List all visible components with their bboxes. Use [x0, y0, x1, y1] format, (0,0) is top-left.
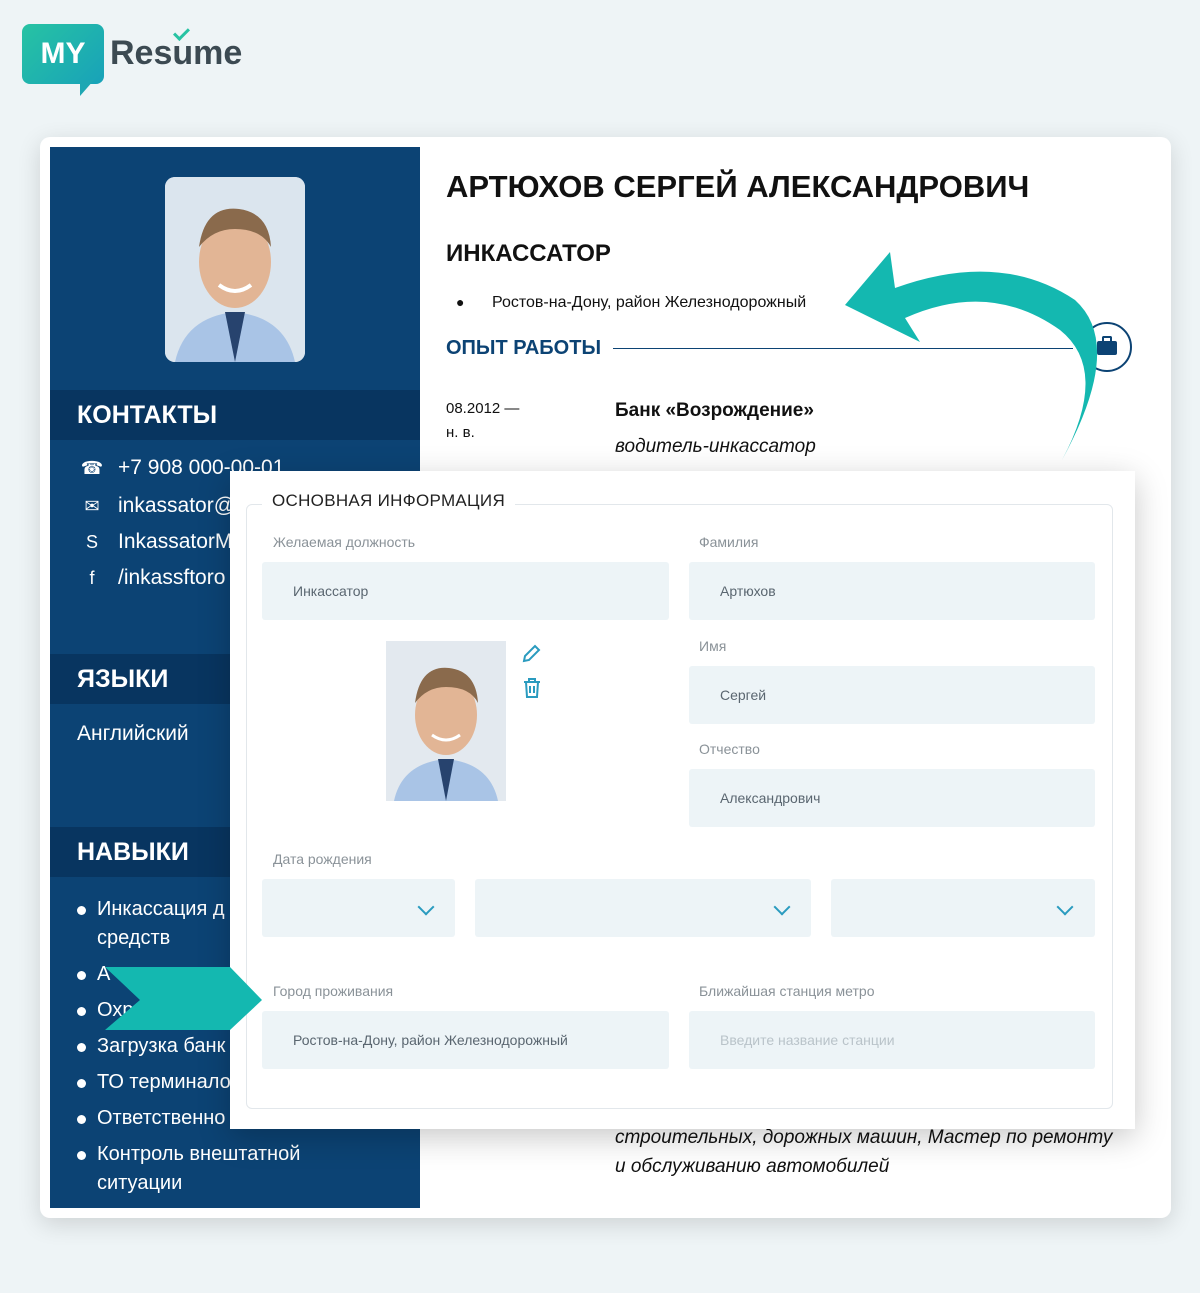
- contact-skype-text: InkassatorM: [118, 530, 233, 553]
- birth-year-select[interactable]: [831, 879, 1095, 937]
- uploaded-photo: [386, 641, 506, 801]
- experience-heading: ОПЫТ РАБОТЫ: [446, 337, 602, 359]
- resume-position: ИНКАССАТОР: [446, 240, 611, 267]
- birth-month-select[interactable]: [475, 879, 811, 937]
- briefcase-body: [1097, 341, 1117, 355]
- metro-label: Ближайшая станция метро: [699, 983, 875, 999]
- skill-item: Контроль внештатной ситуации: [77, 1140, 327, 1198]
- surname-input[interactable]: Артюхов: [689, 562, 1095, 620]
- contact-email: ✉ inkassator@: [80, 494, 235, 518]
- experience-date-end: н. в.: [446, 424, 475, 441]
- desired-position-input[interactable]: Инкассатор: [262, 562, 669, 620]
- contact-facebook-text: /inkassftoro: [118, 566, 226, 589]
- skype-icon: S: [85, 532, 98, 552]
- logo: MY Resume: [22, 22, 272, 102]
- chevron-down-icon: [417, 898, 435, 916]
- form-legend: ОСНОВНАЯ ИНФОРМАЦИЯ: [262, 491, 516, 511]
- description-line: и обслуживанию автомобилей: [615, 1156, 890, 1177]
- logo-tail: [80, 80, 94, 96]
- resume-name: АРТЮХОВ СЕРГЕЙ АЛЕКСАНДРОВИЧ: [446, 169, 1030, 204]
- edit-photo-icon[interactable]: [520, 643, 542, 665]
- patronymic-input[interactable]: Александрович: [689, 769, 1095, 827]
- profile-photo: [165, 177, 305, 362]
- experience-date-start: 08.2012 —: [446, 400, 520, 417]
- city-input[interactable]: Ростов-на-Дону, район Железнодорожный: [262, 1011, 669, 1069]
- resume-location: ● Ростов-на-Дону, район Железнодорожный: [456, 294, 806, 312]
- surname-label: Фамилия: [699, 534, 759, 550]
- logo-badge: MY: [22, 24, 104, 84]
- logo-wordmark: Resume: [110, 34, 243, 72]
- patronymic-label: Отчество: [699, 741, 760, 757]
- birthdate-label: Дата рождения: [273, 851, 372, 867]
- contacts-heading: КОНТАКТЫ: [50, 390, 420, 440]
- first-name-label: Имя: [699, 638, 727, 654]
- birth-day-select[interactable]: [262, 879, 455, 937]
- facebook-icon: f: [89, 568, 95, 588]
- location-pin-icon: ●: [456, 294, 465, 310]
- skill-item: Инкассация д средств: [77, 895, 227, 953]
- experience-description: строительных, дорожных машин, Мастер по …: [615, 1123, 1145, 1181]
- briefcase-icon: [1082, 322, 1132, 372]
- desired-position-label: Желаемая должность: [273, 534, 416, 550]
- experience-dates: 08.2012 — н. в.: [446, 397, 519, 445]
- metro-input[interactable]: Введите название станции: [689, 1011, 1095, 1069]
- experience-divider: [613, 348, 1073, 349]
- first-name-input[interactable]: Сергей: [689, 666, 1095, 724]
- experience-role: водитель-инкассатор: [615, 436, 816, 457]
- location-text: Ростов-на-Дону, район Железнодорожный: [492, 294, 807, 311]
- delete-photo-icon[interactable]: [522, 677, 542, 699]
- basic-info-form: ОСНОВНАЯ ИНФОРМАЦИЯ Желаемая должность И…: [230, 471, 1135, 1129]
- email-icon: ✉: [84, 496, 100, 516]
- experience-company: Банк «Возрождение»: [615, 400, 814, 421]
- contact-email-text: inkassator@: [118, 494, 236, 517]
- city-label: Город проживания: [273, 983, 394, 999]
- chevron-down-icon: [1056, 898, 1074, 916]
- language-item: Английский: [77, 722, 189, 745]
- contact-facebook: f/inkassftoro: [80, 566, 225, 590]
- phone-icon: ☎: [80, 458, 104, 478]
- contact-skype: S InkassatorM: [80, 530, 232, 554]
- chevron-down-icon: [773, 898, 791, 916]
